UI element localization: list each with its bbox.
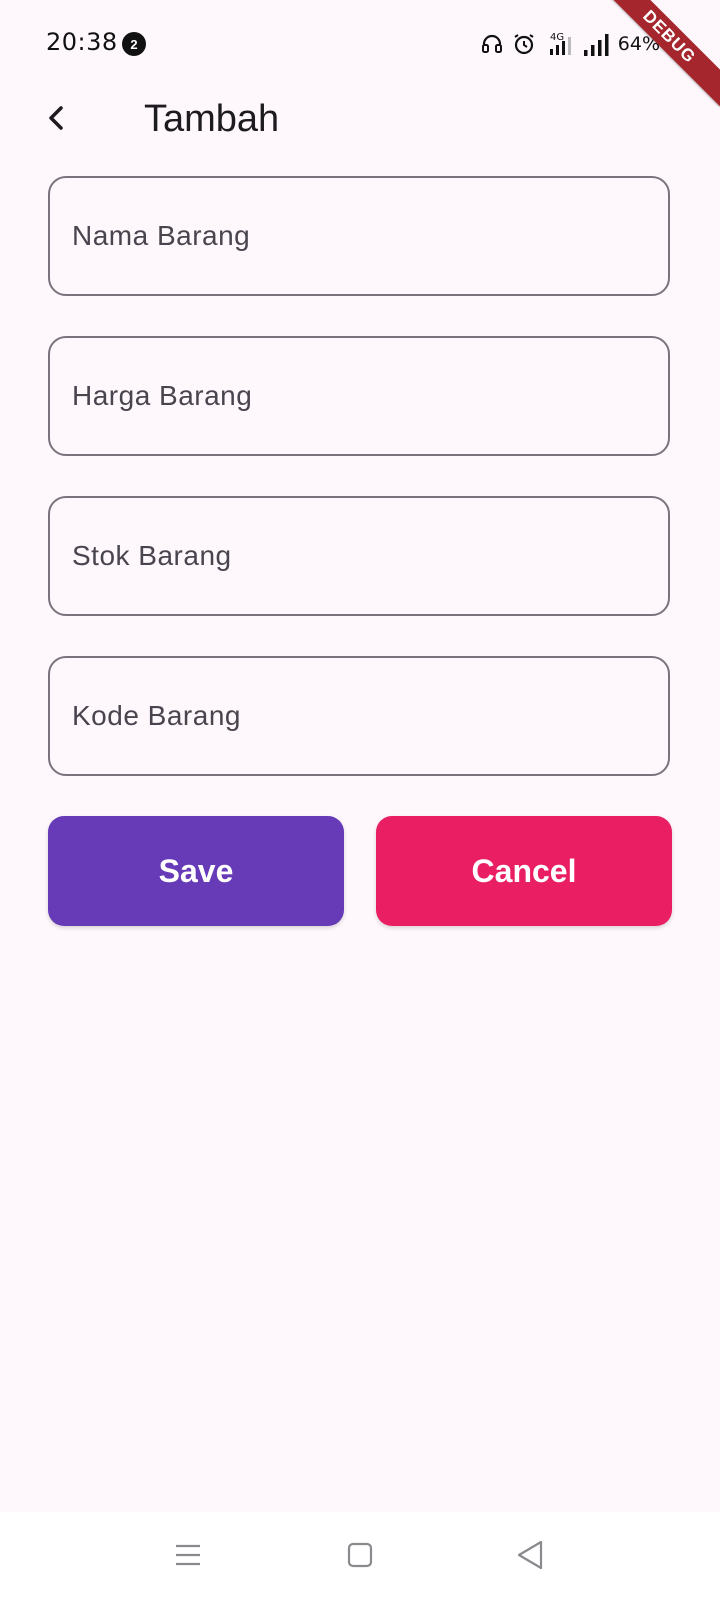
nav-menu-button[interactable]	[158, 1532, 218, 1582]
alarm-icon	[512, 32, 536, 56]
menu-icon	[174, 1543, 202, 1572]
system-nav-bar	[0, 1512, 720, 1600]
home-icon	[347, 1542, 373, 1573]
harga-barang-field[interactable]	[48, 336, 670, 456]
nama-barang-input[interactable]	[50, 178, 668, 294]
kode-barang-input[interactable]	[50, 658, 668, 774]
back-triangle-icon	[516, 1540, 544, 1575]
status-time: 20:38	[46, 28, 118, 56]
headphones-icon	[480, 32, 504, 56]
chevron-left-icon	[45, 105, 67, 136]
nama-barang-field[interactable]	[48, 176, 670, 296]
page-title: Tambah	[144, 98, 280, 140]
cancel-button[interactable]: Cancel	[376, 816, 672, 926]
app-bar: Tambah	[0, 88, 720, 152]
stok-barang-input[interactable]	[50, 498, 668, 614]
notification-badge: 2	[122, 32, 146, 56]
stok-barang-field[interactable]	[48, 496, 670, 616]
network-4g-icon: 4G	[544, 31, 574, 57]
back-button[interactable]	[36, 100, 76, 140]
signal-icon	[582, 32, 610, 56]
status-bar: 20:38 2 4G 64% DEBUG	[0, 0, 720, 107]
kode-barang-field[interactable]	[48, 656, 670, 776]
nav-home-button[interactable]	[330, 1532, 390, 1582]
harga-barang-input[interactable]	[50, 338, 668, 454]
nav-back-button[interactable]	[500, 1532, 560, 1582]
save-button[interactable]: Save	[48, 816, 344, 926]
